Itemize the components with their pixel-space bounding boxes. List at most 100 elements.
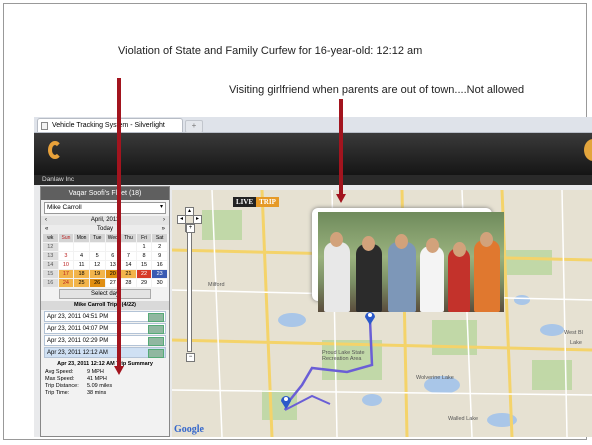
calendar-day[interactable]: 18 xyxy=(74,270,89,278)
map-view[interactable]: LIVE TRIP ▴ ◂ ▸ ▾ + − Milford Proud Lake… xyxy=(172,190,592,437)
calendar-day[interactable]: 3 xyxy=(58,252,74,260)
trip-time: Apr 23, 2011 04:07 PM xyxy=(47,326,109,332)
calendar-day[interactable]: 23 xyxy=(152,270,167,278)
trips-header: Mike Carroll Trips (4/22) xyxy=(41,301,169,310)
map-label-proud-lake: Proud Lake State Recreation Area xyxy=(322,350,365,362)
trip-button[interactable]: TRIP xyxy=(256,197,279,207)
select-day-button[interactable]: Select day xyxy=(59,289,151,299)
week-number: 12 xyxy=(43,243,58,251)
girlfriend-annotation: Visiting girlfriend when parents are out… xyxy=(229,84,525,96)
corner-logo-icon xyxy=(584,139,592,161)
trip-time: Apr 23, 2011 02:29 PM xyxy=(47,338,109,344)
person-head xyxy=(330,232,343,247)
trip-row-selected[interactable]: Apr 23, 2011 12:12 AM xyxy=(44,347,166,358)
trip-row[interactable]: Apr 23, 2011 04:07 PM xyxy=(44,323,166,334)
calendar-day[interactable]: 7 xyxy=(121,252,136,260)
vehicle-select[interactable]: Mike Carroll ▾ xyxy=(44,202,166,214)
calendar-day[interactable]: 10 xyxy=(58,261,74,269)
person-shape xyxy=(324,242,350,312)
live-trip-toggle[interactable]: LIVE TRIP xyxy=(233,197,279,207)
calendar-day[interactable]: 1 xyxy=(136,243,152,251)
new-tab-button[interactable]: + xyxy=(185,120,203,133)
calendar-header-cell: Tue xyxy=(89,234,105,242)
google-logo: Google xyxy=(174,424,204,435)
pan-right-icon[interactable]: ▸ xyxy=(193,215,202,224)
calendar-day[interactable]: 22 xyxy=(136,270,152,278)
trip-actions-icon[interactable] xyxy=(148,313,164,322)
summary-label: Avg Speed: xyxy=(45,369,74,375)
trip-time: Apr 23, 2011 04:51 PM xyxy=(47,314,109,320)
summary-value: 41 MPH xyxy=(87,376,107,382)
map-pin-icon[interactable] xyxy=(364,310,376,326)
calendar-day[interactable]: 24 xyxy=(58,279,74,287)
danlaw-logo-icon xyxy=(48,141,62,159)
live-button[interactable]: LIVE xyxy=(233,197,257,207)
person-head xyxy=(480,232,493,247)
calendar-day[interactable]: 29 xyxy=(136,279,152,287)
calendar-header-cell: Mon xyxy=(74,234,89,242)
calendar-day[interactable] xyxy=(58,243,74,251)
zoom-out-icon[interactable]: − xyxy=(186,353,195,362)
calendar-day[interactable]: 2 xyxy=(152,243,167,251)
zoom-slider[interactable] xyxy=(187,232,192,352)
calendar-month: April, 2011 xyxy=(90,217,120,223)
calendar-day[interactable]: 12 xyxy=(89,261,105,269)
person-head xyxy=(362,236,375,251)
trip-time: Apr 23, 2011 12:12 AM xyxy=(47,350,108,356)
calendar-header-cell: Thu xyxy=(121,234,136,242)
summary-label: Max Speed: xyxy=(45,376,75,382)
calendar-day[interactable] xyxy=(121,243,136,251)
calendar-day[interactable]: 19 xyxy=(89,270,105,278)
girlfriend-arrow xyxy=(339,99,343,194)
summary-value: 9 MPH xyxy=(87,369,104,375)
trip-actions-icon[interactable] xyxy=(148,337,164,346)
calendar-day[interactable]: 5 xyxy=(89,252,105,260)
girlfriend-arrow-head-icon xyxy=(336,194,346,203)
calendar-day[interactable] xyxy=(89,243,105,251)
summary-title: Apr 23, 2011 12:12 AM Trip Summary xyxy=(57,361,153,367)
calendar-day[interactable]: 26 xyxy=(89,279,105,287)
calendar-day[interactable]: 25 xyxy=(74,279,89,287)
map-label-wolverine: Wolverine Lake xyxy=(416,375,454,381)
person-shape xyxy=(448,248,470,312)
person-shape xyxy=(388,242,416,312)
calendar-next-month[interactable]: › xyxy=(163,216,165,225)
calendar-day[interactable]: 17 xyxy=(58,270,74,278)
calendar-day[interactable]: 11 xyxy=(74,261,89,269)
summary-label: Trip Distance: xyxy=(45,383,79,389)
trip-actions-icon[interactable] xyxy=(148,349,164,358)
map-pin-icon[interactable] xyxy=(280,394,292,410)
calendar-day[interactable]: 9 xyxy=(152,252,167,260)
trip-actions-icon[interactable] xyxy=(148,325,164,334)
calendar-day[interactable]: 16 xyxy=(152,261,167,269)
summary-row: Avg Speed: 9 MPH xyxy=(45,369,165,376)
trip-row[interactable]: Apr 23, 2011 02:29 PM xyxy=(44,335,166,346)
calendar-grid: wk Sun Mon Tue Wed Thu Fri Sat 12 1 2 13 3 4 5 6 7 8 9 14 10… xyxy=(41,234,169,287)
curfew-annotation: Violation of State and Family Curfew for… xyxy=(118,45,423,57)
person-shape xyxy=(474,240,500,312)
map-label-west-bl: West Bl xyxy=(564,330,583,336)
calendar-day[interactable]: 30 xyxy=(152,279,167,287)
calendar-day[interactable]: 21 xyxy=(121,270,136,278)
week-number: 13 xyxy=(43,252,58,260)
calendar-day[interactable]: 14 xyxy=(121,261,136,269)
fleet-title: Vaqar Soofi's Fleet (18) xyxy=(41,187,169,200)
calendar-day[interactable] xyxy=(74,243,89,251)
calendar-day[interactable]: 15 xyxy=(136,261,152,269)
summary-row: Max Speed: 41 MPH xyxy=(45,376,165,383)
calendar-prev-month[interactable]: ‹ xyxy=(45,216,47,225)
trip-row[interactable]: Apr 23, 2011 04:51 PM xyxy=(44,311,166,322)
week-number: 15 xyxy=(43,270,58,278)
summary-value: 38 mins xyxy=(87,390,107,396)
calendar-day[interactable]: 4 xyxy=(74,252,89,260)
calendar-next-year[interactable]: » xyxy=(162,225,165,234)
browser-tab[interactable]: Vehicle Tracking System - Silverlight xyxy=(37,118,183,132)
calendar-day[interactable]: 28 xyxy=(121,279,136,287)
calendar-today[interactable]: Today xyxy=(97,225,113,234)
person-head xyxy=(395,234,408,249)
calendar-nav: « Today » xyxy=(41,225,169,234)
calendar-header-cell: wk xyxy=(43,234,58,242)
tab-title: Vehicle Tracking System - Silverlight xyxy=(52,122,165,129)
calendar-prev-year[interactable]: « xyxy=(45,225,48,234)
calendar-day[interactable]: 8 xyxy=(136,252,152,260)
